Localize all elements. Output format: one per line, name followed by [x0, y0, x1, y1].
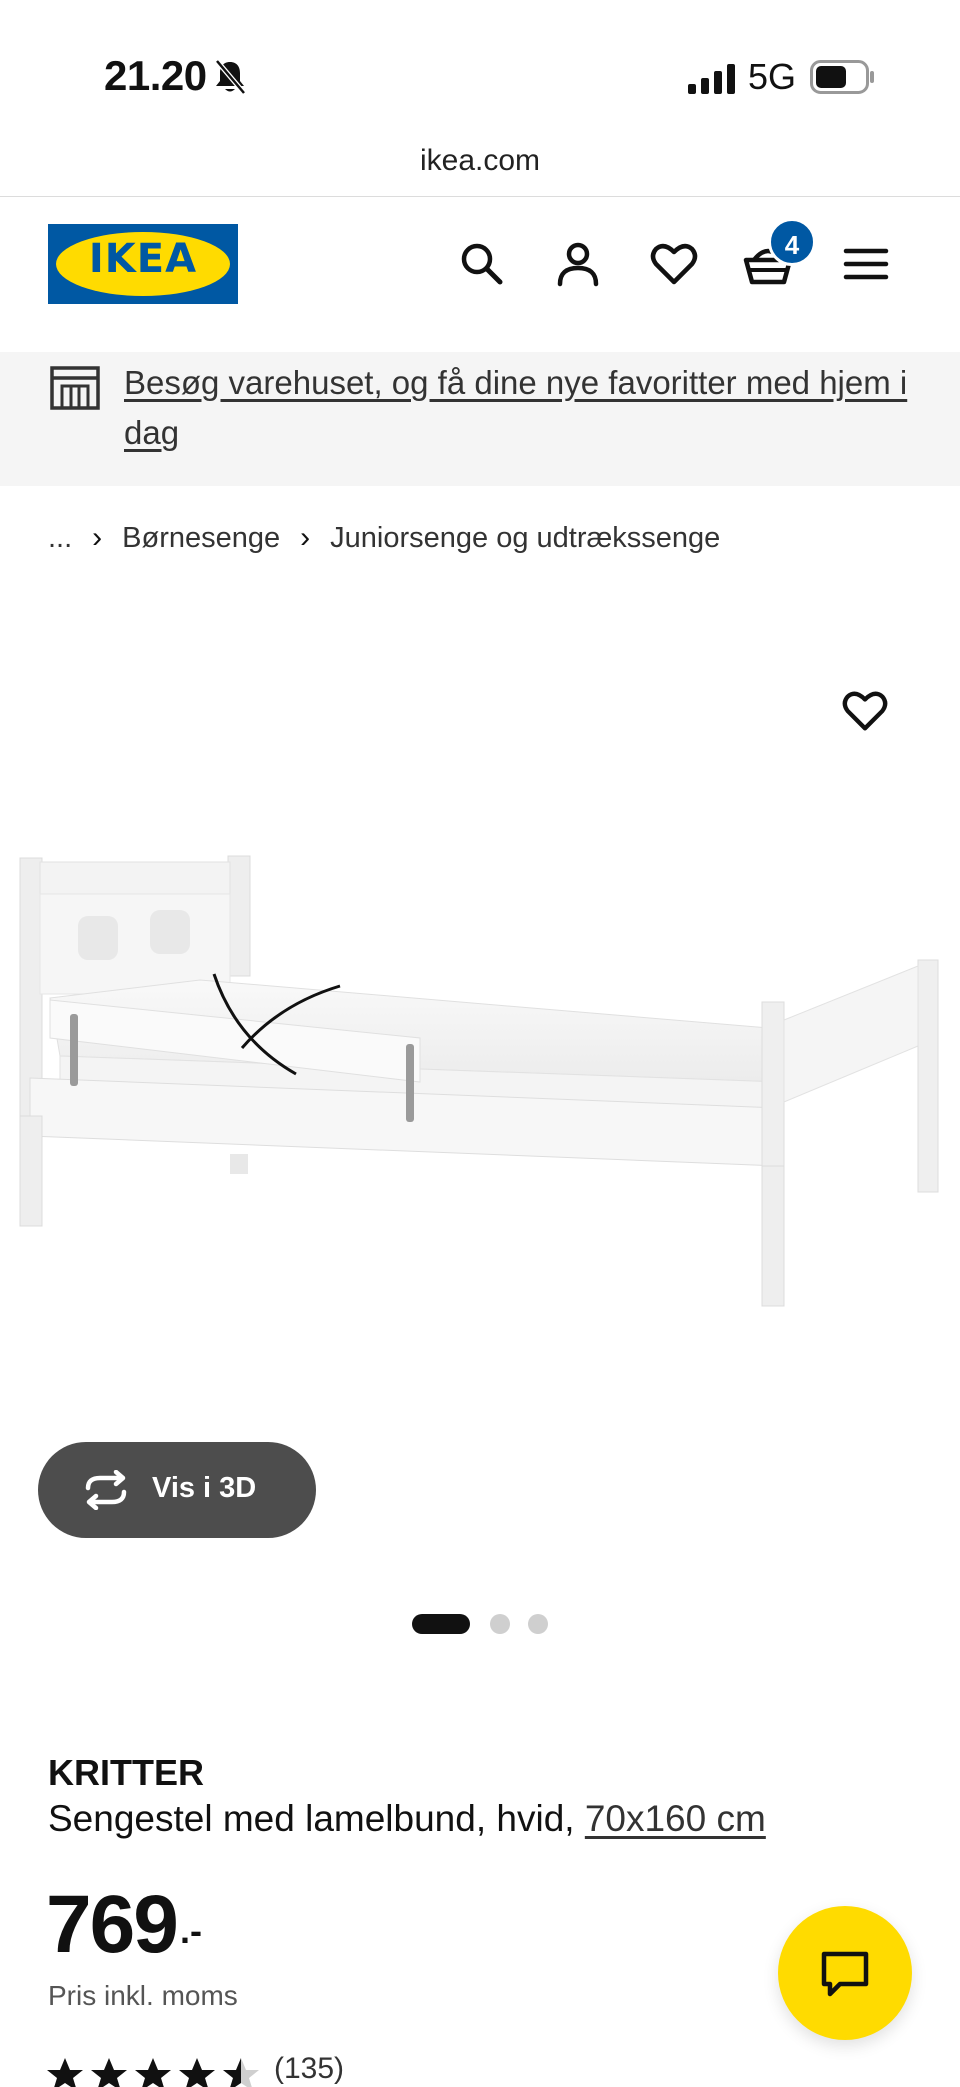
- breadcrumb-item[interactable]: Børnesenge: [122, 522, 280, 555]
- star-full-icon: [135, 2058, 171, 2087]
- status-time: 21.20: [104, 52, 207, 99]
- size-link[interactable]: 70x160 cm: [585, 1798, 766, 1839]
- product-image[interactable]: [0, 820, 960, 1340]
- carousel-dot-active[interactable]: [412, 1614, 470, 1634]
- carousel-dot[interactable]: [528, 1614, 548, 1634]
- store-visit-link[interactable]: Besøg varehuset, og få dine nye favoritt…: [124, 358, 924, 458]
- view-in-3d-label: Vis i 3D: [152, 1472, 257, 1504]
- review-count[interactable]: (135): [274, 2052, 344, 2086]
- battery-icon: [810, 60, 874, 94]
- menu-icon[interactable]: [840, 238, 892, 290]
- breadcrumb-item[interactable]: ...: [48, 522, 72, 555]
- chat-button[interactable]: [778, 1906, 912, 2040]
- star-half-icon: [223, 2058, 259, 2087]
- star-full-icon: [47, 2058, 83, 2087]
- account-icon[interactable]: [552, 238, 604, 290]
- cart-count-badge: 4: [768, 218, 816, 266]
- logo-text: IKEA: [88, 236, 198, 282]
- star-full-icon: [91, 2058, 127, 2087]
- status-bar: 21.20 5G ikea.com: [0, 0, 960, 197]
- chevron-right-icon: ›: [92, 521, 103, 554]
- breadcrumb: ... › Børnesenge › Juniorsenge og udtræk…: [48, 518, 720, 558]
- ikea-logo[interactable]: IKEA: [48, 224, 238, 304]
- product-price: 769: [46, 1879, 179, 1970]
- chat-bubble-icon: [821, 1951, 869, 1997]
- product-description: Sengestel med lamelbund, hvid, 70x160 cm: [48, 1798, 766, 1840]
- chevron-right-icon: ›: [300, 521, 311, 554]
- vat-note: Pris inkl. moms: [48, 1980, 238, 2011]
- rotate-3d-icon: [85, 1470, 127, 1510]
- view-in-3d-button[interactable]: Vis i 3D: [38, 1442, 316, 1538]
- heart-icon[interactable]: [648, 238, 700, 290]
- signal-icon: [688, 64, 735, 94]
- network-type: 5G: [748, 56, 797, 97]
- store-icon: [50, 366, 100, 410]
- search-icon[interactable]: [456, 238, 508, 290]
- carousel-dot[interactable]: [490, 1614, 510, 1634]
- product-name: KRITTER: [48, 1752, 204, 1793]
- divider: [0, 196, 960, 197]
- star-full-icon: [179, 2058, 215, 2087]
- breadcrumb-item[interactable]: Juniorsenge og udtrækssenge: [330, 522, 720, 555]
- product-description-text: Sengestel med lamelbund, hvid,: [48, 1798, 575, 1839]
- price-suffix: .-: [180, 1910, 202, 1951]
- add-to-favourites-heart-icon[interactable]: [840, 686, 890, 736]
- bell-muted-icon: [215, 59, 246, 95]
- address-bar-url[interactable]: ikea.com: [0, 144, 960, 178]
